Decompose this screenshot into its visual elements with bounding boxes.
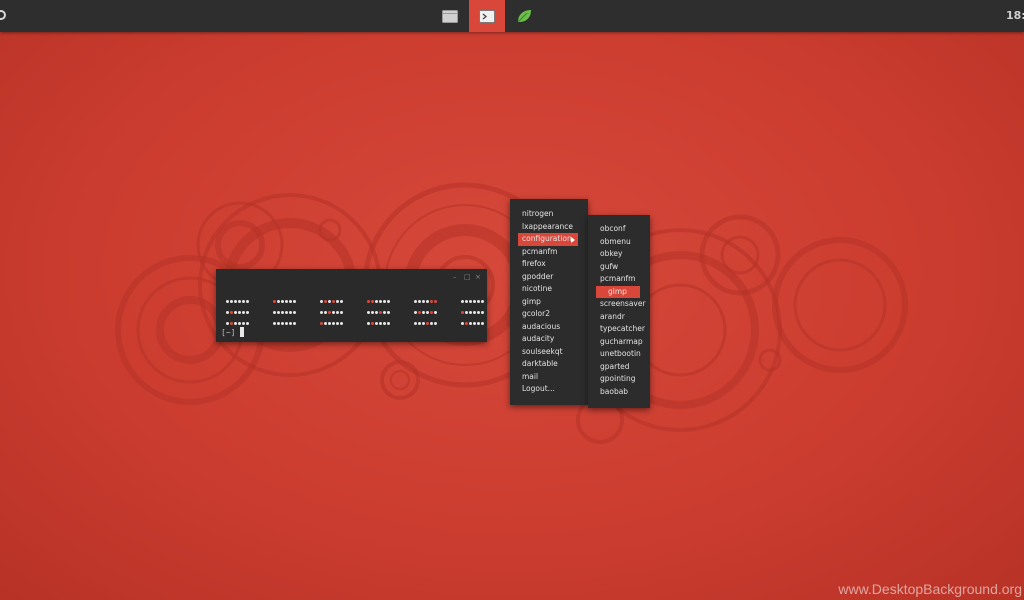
close-button[interactable]: × — [475, 272, 481, 282]
menu-item-pcmanfm[interactable]: pcmanfm — [510, 246, 588, 259]
maximize-button[interactable]: □ — [464, 272, 471, 282]
submenu-item-gufw[interactable]: gufw — [588, 261, 650, 274]
submenu-item-baobab[interactable]: baobab — [588, 386, 650, 399]
submenu-item-pcmanfm[interactable]: pcmanfm — [588, 273, 650, 286]
menu-item-soulseekqt[interactable]: soulseekqt — [510, 346, 588, 359]
watermark-text: www.DesktopBackground.org — [838, 581, 1022, 597]
menu-item-label: configuration — [522, 234, 572, 243]
menu-item-gcolor2[interactable]: gcolor2 — [510, 308, 588, 321]
submenu-item-gimp[interactable]: gimp — [596, 285, 640, 298]
menu-item-darktable[interactable]: darktable — [510, 358, 588, 371]
submenu-item-gparted[interactable]: gparted — [588, 361, 650, 374]
submenu-item-screensaver[interactable]: screensaver — [588, 298, 650, 311]
terminal-icon — [479, 9, 495, 23]
menu-item-nicotine[interactable]: nicotine — [510, 283, 588, 296]
task-terminal[interactable] — [469, 0, 505, 32]
terminal-window[interactable]: – □ × [~] — [216, 269, 487, 342]
power-icon[interactable] — [0, 10, 6, 20]
menu-item-gimp[interactable]: gimp — [510, 296, 588, 309]
root-menu: nitrogen lxappearance configuration pcma… — [510, 199, 588, 405]
minimize-button[interactable]: – — [453, 272, 457, 282]
submenu-item-obconf[interactable]: obconf — [588, 223, 650, 236]
menu-item-mail[interactable]: mail — [510, 371, 588, 384]
submenu-item-obmenu[interactable]: obmenu — [588, 236, 650, 249]
task-file-manager[interactable] — [432, 0, 468, 32]
menu-item-configuration[interactable]: configuration — [518, 233, 578, 246]
menu-item-nitrogen[interactable]: nitrogen — [510, 208, 588, 221]
menu-item-audacious[interactable]: audacious — [510, 321, 588, 334]
menu-item-lxappearance[interactable]: lxappearance — [510, 221, 588, 234]
top-panel: 18: — [0, 0, 1024, 32]
submenu-item-arandr[interactable]: arandr — [588, 311, 650, 324]
menu-item-gpodder[interactable]: gpodder — [510, 271, 588, 284]
submenu-item-gpointing[interactable]: gpointing — [588, 373, 650, 386]
menu-item-firefox[interactable]: firefox — [510, 258, 588, 271]
submenu-item-gucharmap[interactable]: gucharmap — [588, 336, 650, 349]
task-leafpad[interactable] — [506, 0, 542, 32]
menu-item-audacity[interactable]: audacity — [510, 333, 588, 346]
submenu-item-unetbootin[interactable]: unetbootin — [588, 348, 650, 361]
clock: 18: — [1006, 9, 1024, 22]
leaf-icon — [517, 10, 531, 23]
shell-prompt: [~] — [221, 328, 236, 337]
menu-item-logout[interactable]: Logout... — [510, 383, 588, 396]
submenu-arrow-icon — [571, 236, 575, 243]
text-cursor — [240, 327, 244, 337]
configuration-submenu: obconf obmenu obkey gufw pcmanfm gimp sc… — [588, 215, 650, 408]
submenu-item-obkey[interactable]: obkey — [588, 248, 650, 261]
submenu-item-typecatcher[interactable]: typecatcher — [588, 323, 650, 336]
folder-icon — [442, 9, 458, 23]
color-dots-grid — [226, 291, 503, 325]
